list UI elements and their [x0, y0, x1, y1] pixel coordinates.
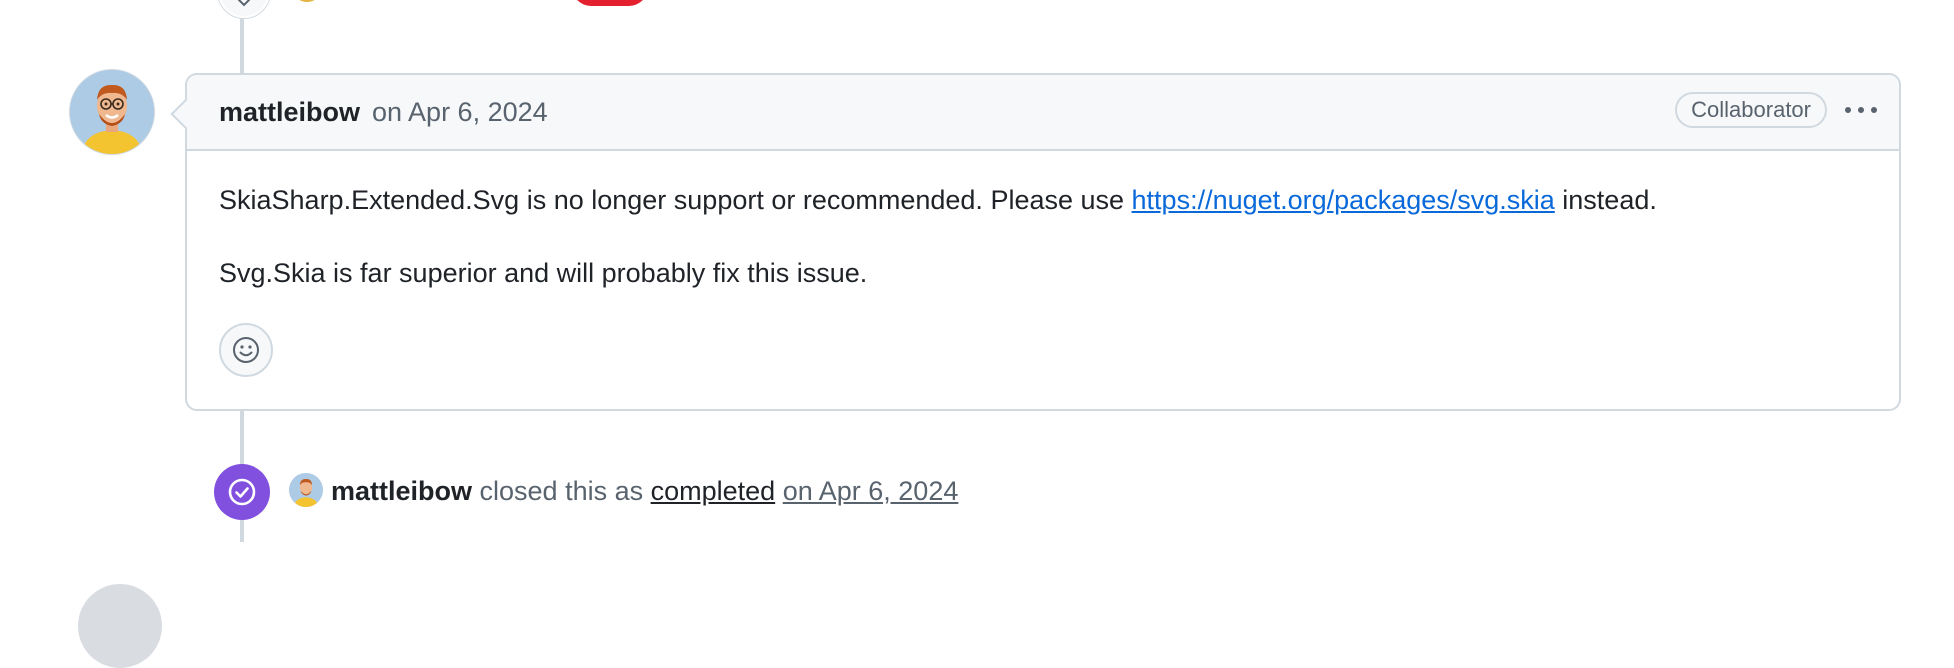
comment-text: SkiaSharp.Extended.Svg is no longer supp…: [219, 185, 1132, 215]
svg-skia-nuget-link[interactable]: https://nuget.org/packages/svg.skia: [1132, 185, 1555, 215]
actor-link[interactable]: mattleibow: [331, 476, 472, 506]
kebab-horizontal-icon[interactable]: [1841, 95, 1881, 125]
timeline-line-bottom: [240, 520, 244, 542]
closed-event-text: mattleibow closed this as completed on A…: [331, 476, 958, 507]
event-description: closed this as: [472, 476, 651, 506]
comment-paragraph: Svg.Skia is far superior and will probab…: [219, 258, 868, 288]
tag-icon: [218, 0, 270, 18]
timeline-line-middle: [240, 411, 244, 467]
label-badge[interactable]: [572, 0, 648, 6]
avatar[interactable]: [78, 584, 162, 668]
add-reaction-button[interactable]: [219, 323, 273, 377]
avatar[interactable]: [289, 473, 323, 507]
comment-header: mattleibow on Apr 6, 2024 Collaborator: [187, 75, 1899, 151]
event-timestamp-link[interactable]: on Apr 6, 2024: [783, 476, 959, 506]
comment-timestamp-link[interactable]: on Apr 6, 2024: [372, 97, 548, 128]
avatar[interactable]: [70, 70, 154, 154]
check-circle-icon: [214, 464, 270, 520]
avatar[interactable]: [292, 0, 322, 2]
previous-timeline-event: [0, 0, 1954, 18]
completed-state-link[interactable]: completed: [651, 476, 776, 506]
comment-text: instead.: [1554, 185, 1657, 215]
comment-author-link[interactable]: mattleibow: [219, 97, 360, 128]
closed-timeline-event: mattleibow closed this as completed on A…: [0, 462, 1954, 522]
issue-comment: mattleibow on Apr 6, 2024 Collaborator S…: [185, 73, 1901, 411]
collaborator-badge: Collaborator: [1675, 92, 1827, 128]
comment-paragraph: SkiaSharp.Extended.Svg is no longer supp…: [219, 185, 1657, 216]
smiley-icon: [233, 337, 259, 363]
